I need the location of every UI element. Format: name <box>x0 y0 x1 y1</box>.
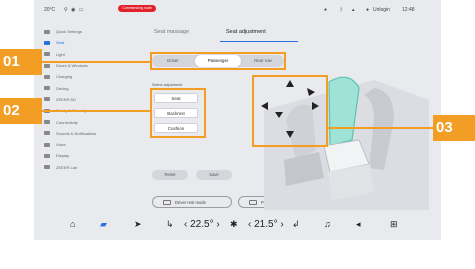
passenger-temp[interactable]: ‹ 21.5° › <box>248 219 284 230</box>
sidebar-item-zeekr-lab[interactable]: ZEEKR Lab <box>44 162 104 173</box>
location-icon: ● <box>324 7 328 13</box>
bottom-control-bar: ⌂ ▰ ➤ ↳ ‹ 22.5° › ✱ ‹ 21.5° › ↲ ♫ ◂ ⊞ <box>34 214 441 240</box>
callout-01: 01 <box>0 49 42 75</box>
bluetooth-icon: ᛒ <box>340 7 344 13</box>
arrow-up-icon[interactable] <box>286 80 294 87</box>
car-icon[interactable]: ▰ <box>100 219 107 230</box>
sidebar-item-seat[interactable]: Seat <box>44 37 104 48</box>
arrow-left-icon[interactable] <box>261 102 268 110</box>
car-settings-screen: 20°C ⚲ ◉ ▭ Commencing route ● ᛒ ▴ ● Unlo… <box>34 0 441 240</box>
recline-icon <box>163 200 171 205</box>
sidebar-item-display[interactable]: Display <box>44 150 104 161</box>
callout-03-leader <box>328 127 433 129</box>
lab-icon <box>44 165 50 170</box>
sidebar-item-quick-settings[interactable]: Quick Settings <box>44 26 104 37</box>
user-icon[interactable]: ● <box>366 7 369 13</box>
reset-button[interactable]: Reset <box>152 170 188 180</box>
voice-icon <box>44 142 50 147</box>
volume-icon[interactable]: ◂ <box>356 219 361 230</box>
status-bar: 20°C ⚲ ◉ ▭ Commencing route ● ᛒ ▴ ● Unlo… <box>34 0 441 16</box>
apps-icon[interactable]: ⊞ <box>390 219 398 230</box>
climate-fan-icon[interactable]: ✱ <box>230 219 238 230</box>
sidebar-item-sounds[interactable]: Sounds & Notifications <box>44 128 104 139</box>
callout-02-leader <box>42 110 152 112</box>
seat-icon <box>44 40 50 45</box>
tilt-arrow-icon[interactable] <box>275 112 283 118</box>
sound-icon <box>44 131 50 136</box>
sidebar-item-light[interactable]: Light <box>44 49 104 60</box>
charging-icon <box>44 74 50 79</box>
passenger-seat-icon[interactable]: ↲ <box>292 219 300 230</box>
door-icon <box>44 63 50 68</box>
callout-01-leader <box>42 61 152 63</box>
settings-sidebar: Quick Settings Seat Light Doors & Window… <box>44 26 104 173</box>
display-icon <box>44 153 50 158</box>
callout-01-highlight <box>150 52 286 70</box>
music-icon[interactable]: ♫ <box>324 219 331 229</box>
recording-badge[interactable]: Commencing route <box>118 5 156 12</box>
status-icons: ⚲ ◉ ▭ <box>64 7 85 13</box>
callout-03: 03 <box>433 115 475 141</box>
navigation-icon[interactable]: ➤ <box>134 219 142 230</box>
wifi-icon <box>44 120 50 125</box>
select-adjustment-label: Select adjustment <box>152 83 183 87</box>
driver-temp[interactable]: ‹ 22.5° › <box>184 219 220 230</box>
arrow-down-icon[interactable] <box>286 131 294 138</box>
sidebar-item-charging[interactable]: Charging <box>44 71 104 82</box>
arrow-right-icon[interactable] <box>312 102 319 110</box>
callout-02: 02 <box>0 98 42 124</box>
quick-settings-icon <box>44 29 50 34</box>
sidebar-item-voice[interactable]: Voice <box>44 139 104 150</box>
seat-direction-control <box>261 80 319 138</box>
sidebar-item-zeekr-ad[interactable]: ZEEKR AD <box>44 94 104 105</box>
light-icon <box>44 52 50 57</box>
ad-icon <box>44 97 50 102</box>
car-icon <box>44 86 50 91</box>
signal-icon: ▴ <box>352 7 355 13</box>
outside-temp: 20°C <box>44 7 56 13</box>
user-label[interactable]: Unlogin <box>373 7 390 13</box>
tab-seat-adjustment[interactable]: Seat adjustment <box>226 29 266 35</box>
home-icon[interactable]: ⌂ <box>70 219 75 229</box>
driver-seat-icon[interactable]: ↳ <box>166 219 174 230</box>
recline-arrow-icon[interactable] <box>307 88 315 96</box>
driver-rest-mode-button[interactable]: Driver rest mode <box>152 196 232 208</box>
callout-02-highlight <box>150 88 206 138</box>
sidebar-item-driving[interactable]: Driving <box>44 82 104 93</box>
tab-seat-massage[interactable]: Seat massage <box>154 29 189 35</box>
sidebar-item-connectivity[interactable]: Connectivity <box>44 116 104 127</box>
clock: 12:48 <box>402 7 415 13</box>
active-tab-indicator <box>220 41 298 42</box>
